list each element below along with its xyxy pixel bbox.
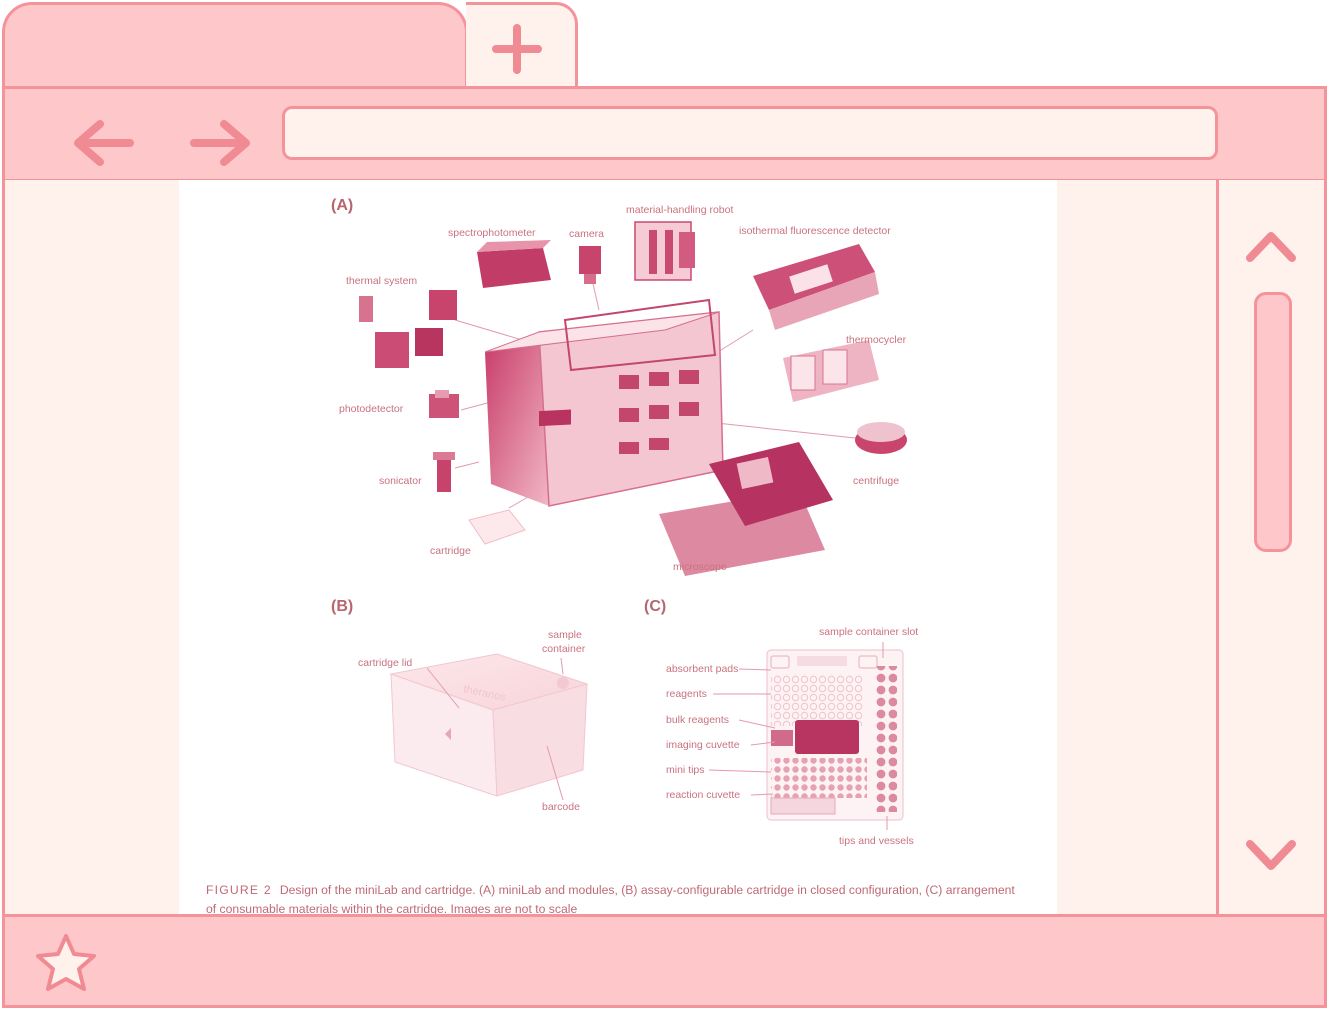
robot-module — [634, 221, 695, 281]
label-sample-line1: sample — [548, 629, 582, 641]
label-camera: camera — [569, 228, 605, 240]
thermocycler-module — [783, 340, 879, 402]
arrow-right-icon[interactable] — [186, 118, 256, 168]
browser-tab-active[interactable] — [2, 2, 468, 94]
label-barcode: barcode — [542, 801, 580, 813]
sonicator-module — [433, 452, 455, 492]
figure-caption: FIGURE 2 Design of the miniLab and cartri… — [206, 881, 1026, 916]
browser-footer — [2, 914, 1327, 1008]
star-icon[interactable] — [34, 932, 98, 994]
figure-caption-text: Design of the miniLab and cartridge. (A)… — [206, 883, 1015, 916]
panel-c-label: (C) — [644, 598, 667, 615]
label-photodetector: photodetector — [339, 403, 404, 415]
plus-icon — [492, 24, 542, 74]
label-thermocycler: thermocycler — [846, 334, 907, 346]
panel-b-label: (B) — [331, 598, 354, 615]
label-material-handling-robot: material-handling robot — [626, 204, 734, 216]
label-sample-container-slot: sample container slot — [819, 626, 919, 638]
address-bar[interactable] — [282, 106, 1218, 160]
label-sonicator: sonicator — [379, 475, 422, 487]
cartridge-module — [468, 509, 526, 545]
label-absorbent-pads: absorbent pads — [666, 663, 739, 675]
label-sample-line2: container — [542, 643, 586, 655]
label-spectrophotometer: spectrophotometer — [448, 227, 536, 239]
label-microscope: microscope — [673, 561, 727, 573]
page-viewport: theranos (A) (B) (C) material-handling r… — [2, 180, 1218, 916]
new-tab-button[interactable] — [466, 2, 578, 94]
label-imaging-cuvette: imaging cuvette — [666, 739, 740, 751]
camera-module — [579, 246, 601, 284]
chevron-up-icon[interactable] — [1244, 226, 1298, 266]
figure-illustration: theranos — [359, 221, 907, 830]
arrow-left-icon[interactable] — [70, 118, 140, 168]
chevron-down-icon[interactable] — [1244, 836, 1298, 876]
photodetector-module — [429, 390, 459, 418]
scrollbar-thumb[interactable] — [1254, 292, 1292, 552]
label-centrifuge: centrifuge — [853, 475, 900, 487]
document-page: theranos (A) (B) (C) material-handling r… — [179, 180, 1057, 916]
label-tips-and-vessels: tips and vessels — [839, 835, 914, 847]
label-bulk-reagents: bulk reagents — [666, 714, 730, 726]
minilab-chassis — [484, 298, 724, 507]
thermal-system-module — [359, 290, 457, 368]
label-reaction-cuvette: reaction cuvette — [666, 789, 741, 801]
label-mini-tips: mini tips — [666, 764, 705, 776]
label-thermal-system: thermal system — [346, 275, 418, 287]
cartridge-closed-drawing: theranos — [389, 653, 589, 801]
label-reagents: reagents — [666, 688, 707, 700]
isothermal-detector-module — [753, 244, 879, 330]
label-cartridge: cartridge — [430, 545, 471, 557]
panel-a-label: (A) — [331, 197, 354, 214]
centrifuge-module — [855, 422, 907, 454]
figure-caption-label: FIGURE 2 — [206, 883, 272, 897]
label-isothermal-detector: isothermal fluorescence detector — [739, 225, 891, 237]
spectrophotometer-module — [477, 240, 551, 288]
label-cartridge-lid: cartridge lid — [358, 657, 413, 669]
